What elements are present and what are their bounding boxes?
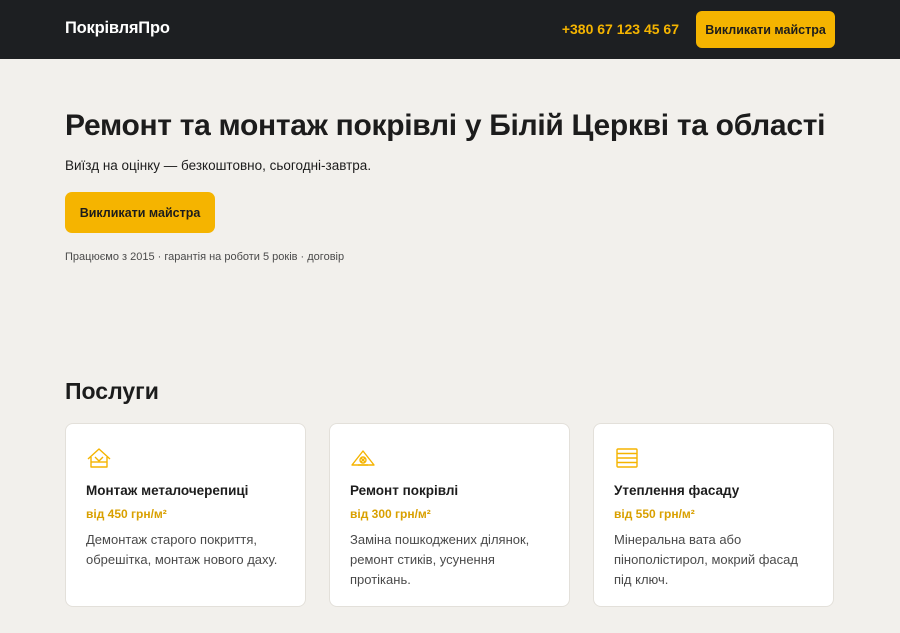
service-title: Ремонт покрівлі: [350, 483, 459, 498]
service-description: Мінеральна вата або пінополістирол, мокр…: [614, 532, 798, 587]
hero-subtitle: Виїзд на оцінку — безкоштовно, сьогодні-…: [65, 158, 372, 173]
phone-link[interactable]: +380 67 123 45 67: [562, 21, 679, 37]
roof-tile-icon: [86, 446, 112, 470]
service-card-facade-insulation[interactable]: Утеплення фасаду від 550 грн/м² Мінераль…: [593, 423, 834, 607]
facade-insulation-icon: [614, 446, 640, 470]
service-price: від 300 грн/м²: [350, 507, 431, 521]
call-master-button[interactable]: Викликати майстра: [696, 11, 835, 48]
roof-repair-icon: [350, 446, 376, 470]
service-card-metal-tile[interactable]: Монтаж металочерепиці від 450 грн/м² Дем…: [65, 423, 306, 607]
trust-line: Працюємо з 2015 · гарантія на роботи 5 р…: [65, 251, 345, 263]
services-title: Послуги: [65, 378, 159, 404]
service-price: від 450 грн/м²: [86, 507, 167, 521]
service-price: від 550 грн/м²: [614, 507, 695, 521]
brand-logo[interactable]: ПокрівляПро: [65, 19, 170, 38]
service-description: Заміна пошкоджених ділянок, ремонт стикі…: [350, 532, 530, 587]
service-card-roof-repair[interactable]: Ремонт покрівлі від 300 грн/м² Заміна по…: [329, 423, 570, 607]
hero-title: Ремонт та монтаж покрівлі у Білій Церкві…: [65, 109, 826, 142]
service-description: Демонтаж старого покриття, обрешітка, мо…: [86, 532, 278, 567]
hero-call-master-button[interactable]: Викликати майстра: [65, 192, 215, 233]
service-title: Монтаж металочерепиці: [86, 483, 249, 498]
site-header: ПокрівляПро +380 67 123 45 67 Викликати …: [0, 0, 900, 59]
service-title: Утеплення фасаду: [614, 483, 740, 498]
